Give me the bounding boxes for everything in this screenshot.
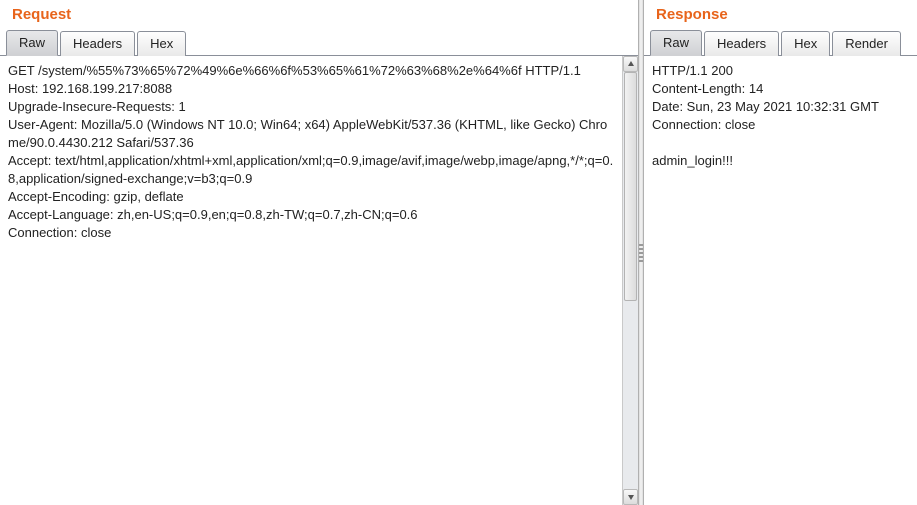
request-body-wrap: GET /system/%55%73%65%72%49%6e%66%6f%53%… [0,56,638,505]
chevron-down-icon [627,493,635,501]
response-body-wrap: HTTP/1.1 200 Content-Length: 14 Date: Su… [644,56,917,505]
request-tabbar: Raw Headers Hex [0,29,638,56]
scroll-track[interactable] [623,72,638,489]
response-tabbar: Raw Headers Hex Render [644,29,917,56]
tab-headers[interactable]: Headers [60,31,135,56]
grip-icon [639,244,643,262]
tab-raw[interactable]: Raw [650,30,702,56]
request-title: Request [0,0,638,29]
split-divider[interactable] [638,0,644,505]
tab-headers[interactable]: Headers [704,31,779,56]
tab-hex[interactable]: Hex [781,31,830,56]
split-container: Request Raw Headers Hex GET /system/%55%… [0,0,917,505]
tab-raw[interactable]: Raw [6,30,58,56]
response-panel: Response Raw Headers Hex Render HTTP/1.1… [644,0,917,505]
chevron-up-icon [627,60,635,68]
response-raw-content[interactable]: HTTP/1.1 200 Content-Length: 14 Date: Su… [644,56,917,505]
scroll-down-button[interactable] [623,489,638,505]
request-panel: Request Raw Headers Hex GET /system/%55%… [0,0,638,505]
tab-render[interactable]: Render [832,31,901,56]
request-raw-content[interactable]: GET /system/%55%73%65%72%49%6e%66%6f%53%… [0,56,622,505]
scroll-thumb[interactable] [624,72,637,301]
request-scrollbar[interactable] [622,56,638,505]
response-title: Response [644,0,917,29]
tab-hex[interactable]: Hex [137,31,186,56]
scroll-up-button[interactable] [623,56,638,72]
